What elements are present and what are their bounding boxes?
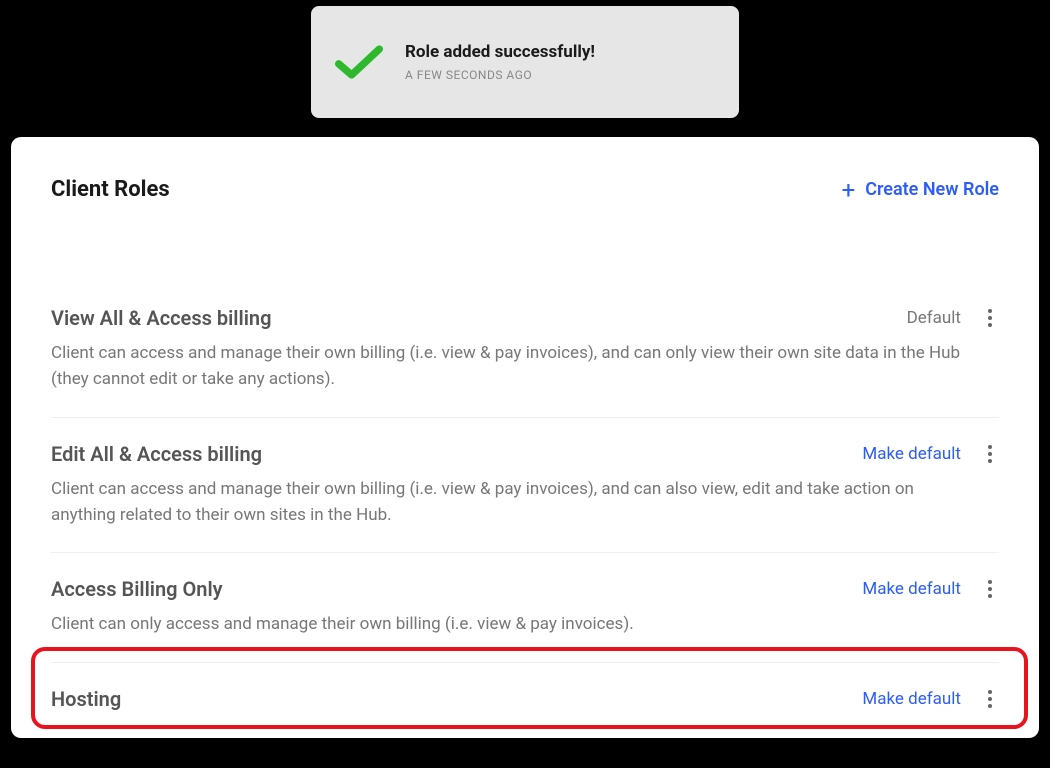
toast-text: Role added successfully! A FEW SECONDS A… [405,42,595,82]
role-item: Edit All & Access billing Make default C… [51,417,999,553]
checkmark-icon [333,36,385,88]
role-header: Edit All & Access billing Make default [51,442,999,466]
role-list: View All & Access billing Default Client… [51,282,999,738]
role-description: Client can only access and manage their … [51,611,971,637]
panel-header: Client Roles + Create New Role [51,177,999,202]
default-badge: Default [907,308,961,328]
role-header: Hosting Make default [51,687,999,711]
role-actions: Default [907,306,999,330]
role-header: Access Billing Only Make default [51,577,999,601]
role-item: Hosting Make default [51,662,999,738]
role-name: Access Billing Only [51,577,223,601]
client-roles-panel: Client Roles + Create New Role View All … [11,137,1039,738]
role-name: Hosting [51,687,121,711]
kebab-icon[interactable] [981,577,999,601]
toast-timestamp: A FEW SECONDS AGO [405,68,595,82]
kebab-icon[interactable] [981,687,999,711]
role-header: View All & Access billing Default [51,306,999,330]
role-item: View All & Access billing Default Client… [51,282,999,417]
make-default-button[interactable]: Make default [862,579,961,599]
role-name: View All & Access billing [51,306,271,330]
kebab-icon[interactable] [981,306,999,330]
success-toast: Role added successfully! A FEW SECONDS A… [311,6,739,118]
plus-icon: + [842,178,856,202]
create-new-role-label: Create New Role [865,179,999,200]
role-item: Access Billing Only Make default Client … [51,552,999,661]
toast-title: Role added successfully! [405,42,595,62]
make-default-button[interactable]: Make default [862,689,961,709]
role-name: Edit All & Access billing [51,442,262,466]
panel-title: Client Roles [51,177,170,202]
role-description: Client can access and manage their own b… [51,340,971,393]
role-actions: Make default [862,577,999,601]
kebab-icon[interactable] [981,442,999,466]
role-actions: Make default [862,687,999,711]
create-new-role-button[interactable]: + Create New Role [842,178,999,202]
role-description: Client can access and manage their own b… [51,476,971,529]
make-default-button[interactable]: Make default [862,444,961,464]
role-actions: Make default [862,442,999,466]
